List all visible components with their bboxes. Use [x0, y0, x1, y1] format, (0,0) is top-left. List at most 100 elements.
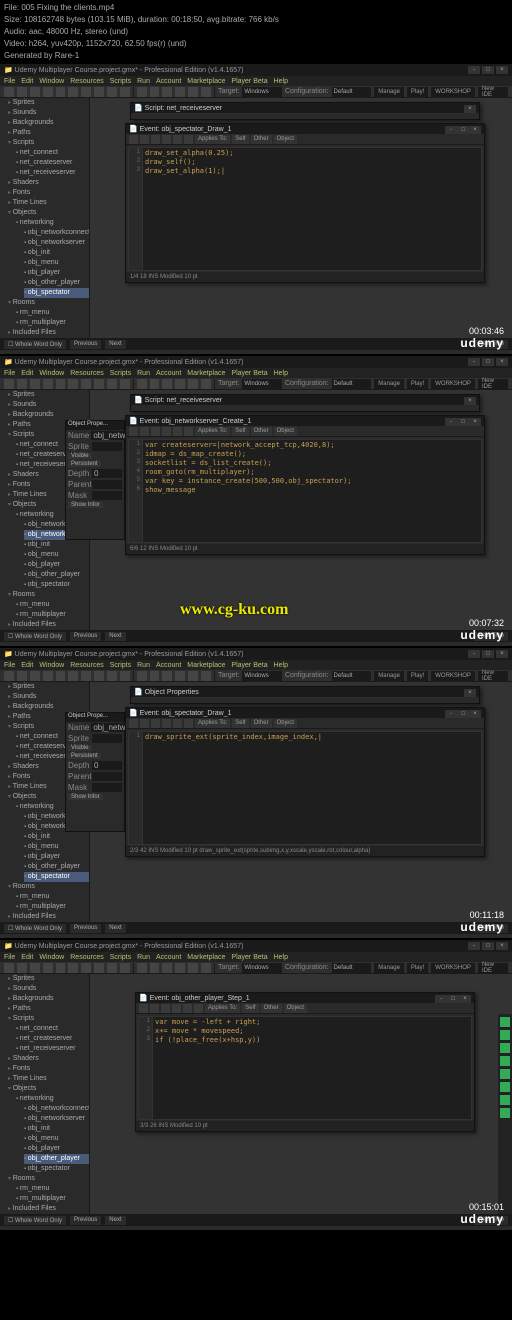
editor-icon[interactable]	[173, 427, 182, 436]
window-title[interactable]: 📄 Event: obj_spectator_Draw_1-□×	[126, 708, 484, 718]
menu-item[interactable]: Help	[274, 78, 288, 85]
code-line[interactable]: idmap = ds_map_create();	[145, 450, 481, 459]
code-line[interactable]: var move = -left + right;	[155, 1018, 471, 1027]
toolbar-icon[interactable]	[17, 963, 27, 973]
next-button[interactable]: Next	[105, 924, 125, 933]
tree-item[interactable]: obj_player	[24, 268, 89, 278]
editor-button[interactable]: Self	[232, 135, 248, 144]
toolbar-icon[interactable]	[43, 671, 53, 681]
tree-item[interactable]: Sounds	[8, 108, 89, 118]
toolbar-icon[interactable]	[81, 671, 91, 681]
code-line[interactable]: draw_set_alpha(0.25);	[145, 149, 481, 158]
code-line[interactable]: draw_self();	[145, 158, 481, 167]
close-icon[interactable]: ×	[464, 397, 476, 405]
props-button[interactable]: Persistent	[68, 461, 101, 467]
editor-icon[interactable]	[184, 135, 193, 144]
max-icon[interactable]: □	[457, 126, 469, 134]
code-area[interactable]: 123456 var createserver=|network_accept_…	[128, 439, 482, 543]
prev-button[interactable]: Previous	[70, 632, 101, 641]
editor-button[interactable]: Other	[261, 1004, 282, 1013]
code-area[interactable]: 1 draw_sprite_ext(sprite_index,image_ind…	[128, 731, 482, 845]
editor-icon[interactable]	[129, 719, 138, 728]
toolbar-icon[interactable]	[68, 379, 78, 389]
tree-item[interactable]: rm_menu	[16, 600, 89, 610]
menu-item[interactable]: Help	[274, 370, 288, 377]
max-icon[interactable]: □	[482, 942, 494, 950]
toolbar-icon[interactable]	[17, 671, 27, 681]
tree-item[interactable]: net_receiveserver	[16, 1044, 89, 1054]
tree-item[interactable]: obj_other_player	[24, 570, 89, 580]
tree-item[interactable]: obj_player	[24, 1144, 89, 1154]
min-icon[interactable]: -	[468, 650, 480, 658]
tree-item[interactable]: Fonts	[8, 188, 89, 198]
menu-item[interactable]: Edit	[21, 78, 33, 85]
editor-button[interactable]: Other	[251, 135, 272, 144]
tree-item[interactable]: Sounds	[8, 692, 89, 702]
toolbar-icon[interactable]	[30, 671, 40, 681]
tree-item[interactable]: obj_menu	[24, 842, 89, 852]
config-combo[interactable]: Default	[332, 379, 372, 389]
prev-button[interactable]: Previous	[70, 924, 101, 933]
toolbar-icon[interactable]	[94, 87, 104, 97]
tree-item[interactable]: Paths	[8, 1004, 89, 1014]
window-title[interactable]: 📄 Event: obj_networkserver_Create_1-□×	[126, 416, 484, 426]
tree-item[interactable]: Sprites	[8, 682, 89, 692]
tree-item[interactable]: obj_menu	[24, 1134, 89, 1144]
editor-icon[interactable]	[139, 1004, 148, 1013]
close-icon[interactable]: ×	[496, 650, 508, 658]
tree-objects[interactable]: Objects	[8, 208, 89, 218]
target-combo[interactable]: Windows	[242, 379, 282, 389]
menu-item[interactable]: File	[4, 662, 15, 669]
tree-item[interactable]: obj_player	[24, 852, 89, 862]
tree-item[interactable]: obj_init	[24, 248, 89, 258]
tree-folder[interactable]: networking	[16, 218, 89, 228]
min-icon[interactable]: -	[468, 66, 480, 74]
toolbar-icon[interactable]	[201, 87, 211, 97]
menu-item[interactable]: Window	[39, 662, 64, 669]
tree-item[interactable]: Included Files	[8, 620, 89, 630]
editor-icon[interactable]	[183, 1004, 192, 1013]
toolbar-button[interactable]: WORKSHOP	[431, 87, 475, 97]
tree-item[interactable]: rm_multiplayer	[16, 318, 89, 328]
toolbar-icon[interactable]	[68, 87, 78, 97]
tree-item[interactable]: obj_init	[24, 1124, 89, 1134]
editor-icon[interactable]	[140, 427, 149, 436]
tree-item[interactable]: Backgrounds	[8, 118, 89, 128]
close-icon[interactable]: ×	[496, 942, 508, 950]
toolbar-button[interactable]: New IDE	[478, 963, 508, 973]
editor-button[interactable]: Self	[232, 427, 248, 436]
toolbar-icon[interactable]	[81, 87, 91, 97]
toolbar-icon[interactable]	[162, 87, 172, 97]
action-icon[interactable]	[500, 1095, 510, 1105]
code-line[interactable]: show_message	[145, 486, 481, 495]
whole-word-check[interactable]: ☐ Whole Word Only	[4, 632, 66, 641]
max-icon[interactable]: □	[482, 650, 494, 658]
target-combo[interactable]: Windows	[242, 671, 282, 681]
toolbar-icon[interactable]	[43, 963, 53, 973]
toolbar-icon[interactable]	[137, 963, 147, 973]
editor-icon[interactable]	[129, 427, 138, 436]
close-icon[interactable]: ×	[469, 710, 481, 718]
close-icon[interactable]: ×	[496, 66, 508, 74]
toolbar-icon[interactable]	[30, 87, 40, 97]
tree-item[interactable]: net_createserver	[16, 1034, 89, 1044]
toolbar-button[interactable]: Play!	[407, 671, 428, 681]
menu-item[interactable]: Edit	[21, 662, 33, 669]
action-icon[interactable]	[500, 1069, 510, 1079]
properties-title[interactable]: Object Prope...	[66, 713, 124, 722]
toolbar-button[interactable]: New IDE	[478, 87, 508, 97]
tree-item[interactable]: obj_spectator	[24, 288, 89, 298]
whole-word-check[interactable]: ☐ Whole Word Only	[4, 1216, 66, 1225]
background-window[interactable]: 📄 Script: net_receiveserver×	[130, 394, 480, 412]
toolbar-icon[interactable]	[150, 379, 160, 389]
menu-item[interactable]: Account	[156, 78, 181, 85]
tree-item[interactable]: Fonts	[8, 1064, 89, 1074]
tree-item[interactable]: rm_multiplayer	[16, 902, 89, 912]
editor-icon[interactable]	[162, 719, 171, 728]
tree-item[interactable]: obj_menu	[24, 550, 89, 560]
menu-item[interactable]: Run	[137, 954, 150, 961]
tree-rooms[interactable]: Rooms	[8, 298, 89, 308]
toolbar-button[interactable]: New IDE	[478, 671, 508, 681]
editor-button[interactable]: Applies To:	[205, 1004, 240, 1013]
code-line[interactable]: var createserver=|network_accept_tcp,402…	[145, 441, 481, 450]
